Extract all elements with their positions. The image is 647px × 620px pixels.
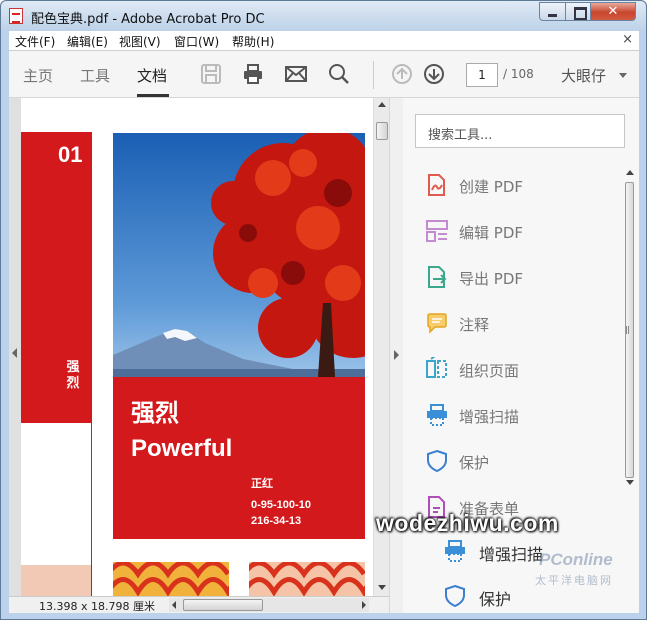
page-up-icon[interactable] — [391, 63, 413, 85]
zoom-tool-label: 保护 — [479, 590, 512, 609]
save-icon[interactable] — [200, 63, 222, 85]
section-divider-line — [91, 132, 92, 596]
maximize-button[interactable] — [565, 2, 591, 21]
user-account-menu[interactable]: 大眼仔 — [561, 65, 606, 86]
pattern-swatch-yellow — [113, 562, 229, 596]
color-name: 正红 — [251, 477, 273, 490]
watermark-text: wodezhiwu.com — [376, 510, 559, 536]
enhance-scan-icon — [445, 540, 465, 562]
organize-pages-icon — [426, 357, 447, 378]
search-icon[interactable] — [328, 63, 350, 85]
edit-pdf-icon — [426, 220, 448, 242]
menu-file[interactable]: 文件(F) — [15, 33, 55, 50]
tab-document[interactable]: 文档 — [137, 65, 167, 86]
chevron-down-icon[interactable] — [619, 73, 627, 78]
collapse-right-icon — [394, 350, 399, 360]
scroll-left-icon[interactable] — [172, 601, 176, 609]
tool-label: 导出 PDF — [459, 270, 523, 288]
pdf-file-icon — [9, 8, 23, 24]
page-down-icon[interactable] — [423, 63, 445, 85]
horizontal-scrollbar-thumb[interactable] — [183, 599, 263, 611]
section-color-bar: 01 强烈 — [21, 132, 91, 423]
tool-organize-pages[interactable]: 组织页面 — [425, 354, 615, 384]
left-panel-toggle[interactable] — [9, 98, 21, 596]
page-total: / 108 — [503, 67, 534, 81]
color-heading-cn: 强烈 — [131, 399, 179, 427]
tool-label: 注释 — [459, 316, 490, 334]
tab-home[interactable]: 主页 — [23, 65, 53, 86]
tool-export-pdf[interactable]: 导出 PDF — [425, 262, 615, 292]
email-icon[interactable] — [285, 63, 307, 85]
status-bar: 13.398 x 18.798 厘米 — [9, 596, 389, 613]
rgb-value: 216-34-13 — [251, 515, 302, 527]
zoom-tool-label: 增强扫描 — [479, 545, 544, 564]
minimize-button[interactable] — [539, 2, 566, 21]
document-close-icon[interactable]: × — [622, 32, 633, 47]
export-pdf-icon — [428, 266, 447, 288]
close-button[interactable]: ✕ — [590, 2, 636, 21]
scroll-up-icon[interactable] — [378, 102, 386, 107]
app-window: 配色宝典.pdf - Adobe Acrobat Pro DC ✕ 文件(F) … — [0, 0, 647, 620]
section-number: 01 — [58, 142, 83, 167]
scroll-down-icon[interactable] — [626, 480, 634, 485]
window-title: 配色宝典.pdf - Adobe Acrobat Pro DC — [31, 12, 265, 27]
page-size: 13.398 x 18.798 厘米 — [39, 600, 155, 613]
print-icon[interactable] — [242, 63, 264, 85]
document-view[interactable]: 01 强烈 强烈 Powerful 正红 0-95-100-10 216-34-… — [9, 98, 389, 596]
create-pdf-icon — [428, 174, 445, 196]
site-name: 太平洋电脑网 — [535, 574, 613, 587]
mountain-photo — [113, 133, 365, 377]
close-icon: ✕ — [607, 4, 619, 19]
pattern-swatch-pink — [249, 562, 365, 596]
scrollbar-grip — [626, 326, 629, 334]
color-info-card: 强烈 Powerful 正红 0-95-100-10 216-34-13 — [113, 377, 365, 539]
tool-search-input[interactable]: 搜索工具... — [415, 114, 625, 148]
toolbar-separator — [373, 61, 374, 89]
tool-label: 保护 — [459, 454, 490, 472]
section-vertical-title: 强烈 — [66, 360, 80, 391]
protect-icon — [427, 449, 447, 473]
scroll-up-icon[interactable] — [626, 170, 634, 175]
tab-tools[interactable]: 工具 — [80, 65, 110, 86]
tool-label: 增强扫描 — [459, 408, 520, 426]
menu-window[interactable]: 窗口(W) — [174, 33, 219, 50]
image-overlay: 增强扫描 保护 wodezhiwu.com PConline 太平洋电脑网 — [371, 506, 641, 616]
tool-label: 编辑 PDF — [459, 224, 523, 242]
tool-comment[interactable]: 注释 — [425, 308, 615, 338]
menu-bar: 文件(F) 编辑(E) 视图(V) 窗口(W) 帮助(H) × — [9, 31, 639, 51]
site-logo: PConline — [539, 550, 613, 569]
expand-left-icon — [12, 348, 17, 358]
tool-protect[interactable]: 保护 — [425, 446, 615, 476]
tool-create-pdf[interactable]: 创建 PDF — [425, 170, 615, 200]
menu-edit[interactable]: 编辑(E) — [67, 33, 108, 50]
tool-enhance-scan[interactable]: 增强扫描 — [425, 400, 615, 430]
toolbar: 主页 工具 文档 1 / 108 大眼仔 — [9, 51, 639, 98]
scroll-right-icon[interactable] — [362, 601, 366, 609]
menu-help[interactable]: 帮助(H) — [232, 33, 274, 50]
tool-edit-pdf[interactable]: 编辑 PDF — [425, 216, 615, 246]
next-section-color-bar — [21, 565, 91, 596]
color-heading-en: Powerful — [131, 435, 233, 462]
tools-pane-scrollbar[interactable] — [623, 164, 637, 485]
title-bar[interactable]: 配色宝典.pdf - Adobe Acrobat Pro DC ✕ — [1, 1, 646, 31]
comment-icon — [427, 313, 447, 334]
pdf-page: 01 强烈 强烈 Powerful 正红 0-95-100-10 216-34-… — [21, 98, 373, 596]
tool-label: 创建 PDF — [459, 178, 523, 196]
cmyk-value: 0-95-100-10 — [251, 499, 311, 511]
protect-icon — [445, 584, 465, 608]
active-tab-indicator — [137, 94, 169, 97]
document-horizontal-scrollbar[interactable] — [169, 598, 369, 612]
enhance-scan-icon — [427, 404, 447, 426]
menu-view[interactable]: 视图(V) — [119, 33, 161, 50]
tool-label: 组织页面 — [459, 362, 520, 380]
page-number-input[interactable]: 1 — [466, 63, 498, 87]
scrollbar-thumb[interactable] — [376, 122, 388, 140]
